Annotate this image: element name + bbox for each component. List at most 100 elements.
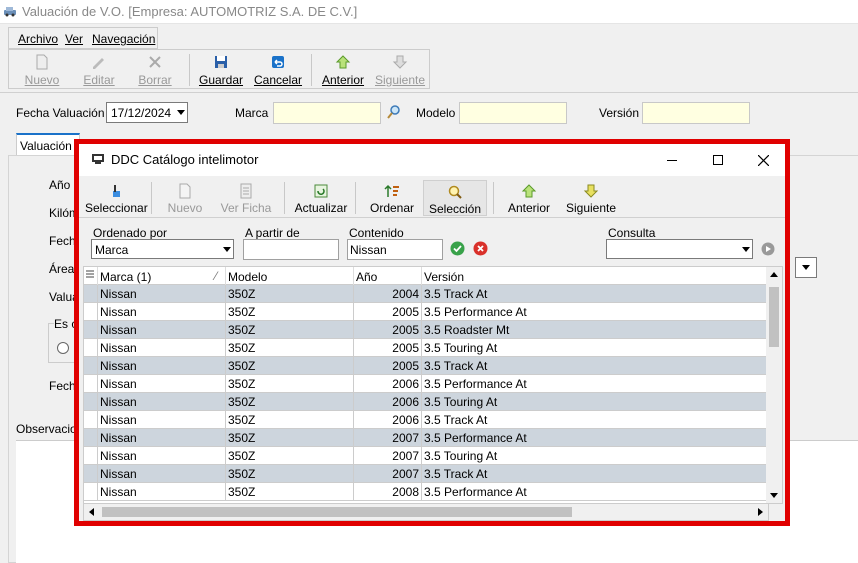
row-selector[interactable] [84, 393, 98, 411]
radio-button[interactable] [57, 342, 69, 354]
menu-archivo[interactable]: Archivo [18, 32, 58, 46]
column-chooser-icon [86, 270, 94, 278]
ver-ficha-button[interactable]: Ver Ficha [219, 180, 273, 216]
cell-version: 3.5 Track At [422, 357, 768, 375]
header-divider [0, 92, 858, 93]
scroll-left-icon[interactable] [89, 508, 94, 516]
vertical-scroll-thumb[interactable] [769, 287, 779, 347]
cell-ano: 2007 [354, 447, 422, 465]
table-row[interactable]: Nissan 350Z 2006 3.5 Performance At [84, 375, 768, 393]
nuevo-button[interactable]: Nuevo [19, 50, 65, 90]
grid-row-selector-header[interactable] [84, 267, 98, 285]
seleccion-button[interactable]: Selección [423, 180, 487, 216]
select-pointer-icon [113, 185, 120, 197]
horizontal-scrollbar[interactable] [83, 503, 769, 521]
table-row[interactable]: Nissan 350Z 2008 3.5 Performance At [84, 483, 768, 501]
table-row[interactable]: Nissan 350Z 2004 3.5 Track At [84, 285, 768, 303]
fecha-valuacion-picker[interactable]: 17/12/2024 [106, 102, 188, 123]
dialog-nuevo-button[interactable]: Nuevo [165, 180, 205, 216]
anterior-button[interactable]: Anterior [319, 50, 367, 90]
menu-ver[interactable]: Ver [65, 32, 83, 46]
maximize-icon [713, 155, 723, 165]
cell-ano: 2005 [354, 339, 422, 357]
scroll-down-icon[interactable] [770, 493, 778, 498]
table-row[interactable]: Nissan 350Z 2007 3.5 Track At [84, 465, 768, 483]
search-magnifier-icon[interactable] [386, 104, 402, 120]
cell-modelo: 350Z [226, 411, 354, 429]
cell-version: 3.5 Performance At [422, 429, 768, 447]
header-version-label: Versión [424, 270, 465, 284]
catalog-dialog: DDC Catálogo intelimotor Seleccionar Nue… [79, 144, 785, 521]
consulta-select[interactable] [606, 239, 753, 259]
row-selector[interactable] [84, 303, 98, 321]
table-row[interactable]: Nissan 350Z 2007 3.5 Performance At [84, 429, 768, 447]
row-selector[interactable] [84, 375, 98, 393]
clear-x-icon[interactable] [473, 241, 488, 256]
contenido-label: Contenido [349, 226, 404, 240]
table-row[interactable]: Nissan 350Z 2006 3.5 Track At [84, 411, 768, 429]
vertical-scrollbar[interactable] [766, 267, 782, 503]
cell-ano: 2007 [354, 429, 422, 447]
row-selector[interactable] [84, 339, 98, 357]
cell-ano: 2006 [354, 411, 422, 429]
menu-navegacion[interactable]: Navegación [92, 32, 155, 46]
nuevo-label: Nuevo [24, 73, 60, 87]
marca-field[interactable] [273, 102, 381, 124]
maximize-button[interactable] [695, 144, 741, 176]
apply-check-icon[interactable] [450, 241, 465, 256]
grid-header-modelo[interactable]: Modelo [226, 267, 354, 285]
tab-valuacion[interactable]: Valuación [16, 133, 80, 155]
contenido-input[interactable]: Nissan [347, 239, 443, 260]
borrar-button[interactable]: Borrar [133, 50, 177, 90]
guardar-button[interactable]: Guardar [197, 50, 245, 90]
scroll-right-icon[interactable] [758, 508, 763, 516]
modelo-field[interactable] [459, 102, 567, 124]
refresh-icon [314, 184, 328, 198]
grid-header-version[interactable]: Versión [422, 267, 768, 285]
row-selector[interactable] [84, 447, 98, 465]
minimize-button[interactable] [649, 144, 695, 176]
dialog-anterior-button[interactable]: Anterior [503, 180, 555, 216]
area-dropdown-button[interactable] [795, 257, 817, 278]
actualizar-button[interactable]: Actualizar [293, 180, 349, 216]
table-row[interactable]: Nissan 350Z 2005 3.5 Touring At [84, 339, 768, 357]
siguiente-button[interactable]: Siguiente [375, 50, 425, 90]
grid-header-ano[interactable]: Año [354, 267, 422, 285]
grid-header: Marca (1) ⁄ Modelo Año Versión [84, 267, 768, 285]
sort-icon [384, 184, 399, 197]
scroll-up-icon[interactable] [770, 272, 778, 277]
row-selector[interactable] [84, 357, 98, 375]
cell-modelo: 350Z [226, 285, 354, 303]
row-selector[interactable] [84, 285, 98, 303]
arrow-down-icon [583, 184, 599, 198]
header-marca-label: Marca (1) [100, 270, 152, 284]
run-query-play-icon[interactable] [761, 242, 775, 256]
grid-header-marca[interactable]: Marca (1) ⁄ [98, 267, 226, 285]
a-partir-label: A partir de [245, 226, 300, 240]
row-selector[interactable] [84, 321, 98, 339]
cell-version: 3.5 Performance At [422, 483, 768, 501]
row-selector[interactable] [84, 483, 98, 501]
table-row[interactable]: Nissan 350Z 2005 3.5 Performance At [84, 303, 768, 321]
catalog-grid: Marca (1) ⁄ Modelo Año Versión Nissan 350… [83, 266, 783, 504]
editar-button[interactable]: Editar [77, 50, 121, 90]
row-selector[interactable] [84, 429, 98, 447]
table-row[interactable]: Nissan 350Z 2006 3.5 Touring At [84, 393, 768, 411]
cell-version: 3.5 Track At [422, 285, 768, 303]
table-row[interactable]: Nissan 350Z 2005 3.5 Track At [84, 357, 768, 375]
a-partir-input[interactable] [243, 239, 339, 260]
table-row[interactable]: Nissan 350Z 2007 3.5 Touring At [84, 447, 768, 465]
ordenar-button[interactable]: Ordenar [367, 180, 417, 216]
table-row[interactable]: Nissan 350Z 2005 3.5 Roadster Mt [84, 321, 768, 339]
row-selector[interactable] [84, 465, 98, 483]
seleccionar-button[interactable]: Seleccionar [85, 180, 148, 216]
close-button[interactable] [741, 144, 785, 176]
dialog-window-icon [92, 154, 104, 164]
cancelar-button[interactable]: Cancelar [253, 50, 303, 90]
horizontal-scroll-thumb[interactable] [102, 507, 572, 517]
ordenado-por-select[interactable]: Marca [91, 239, 234, 259]
version-field[interactable] [642, 102, 750, 124]
dialog-siguiente-button[interactable]: Siguiente [563, 180, 619, 216]
cell-modelo: 350Z [226, 483, 354, 501]
row-selector[interactable] [84, 411, 98, 429]
